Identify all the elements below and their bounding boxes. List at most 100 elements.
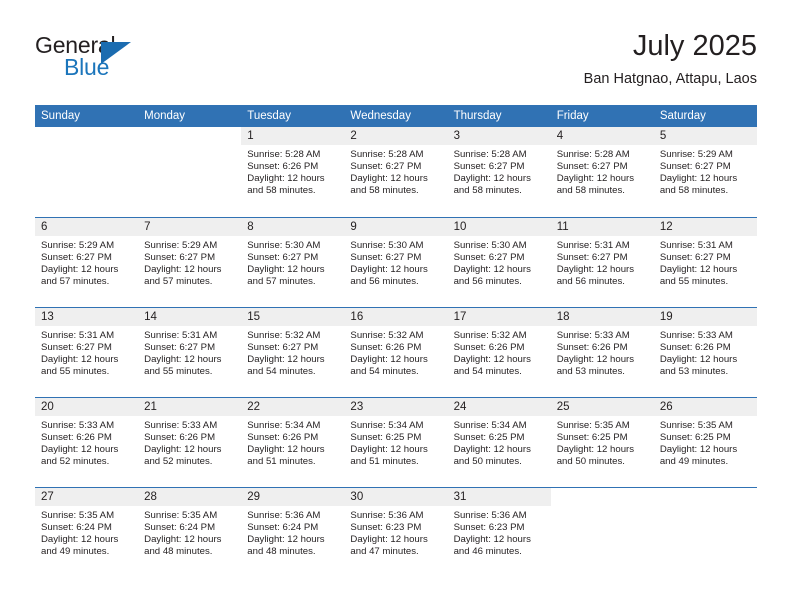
calendar-day-cell[interactable]: 30 Sunrise: 5:36 AM Sunset: 6:23 PM Dayligh… — [344, 486, 448, 577]
day-info-line: Sunrise: 5:31 AM — [659, 239, 733, 251]
calendar-day-cell[interactable]: 20 Sunrise: 5:33 AM Sunset: 6:26 PM Dayligh… — [35, 396, 139, 487]
calendar-day-cell[interactable]: 19 Sunrise: 5:33 AM Sunset: 6:26 PM Dayligh… — [653, 306, 757, 397]
calendar-day-cell[interactable]: 4 Sunrise: 5:28 AM Sunset: 6:27 PM Daylight… — [550, 127, 654, 217]
calendar-day-cell[interactable]: 3 Sunrise: 5:28 AM Sunset: 6:27 PM Daylight… — [447, 127, 551, 217]
calendar-day-cell[interactable]: 6 Sunrise: 5:29 AM Sunset: 6:27 PM Daylight… — [35, 216, 139, 307]
calendar-day-cell[interactable]: 22 Sunrise: 5:34 AM Sunset: 6:26 PM Dayligh… — [241, 396, 345, 487]
calendar-day-cell[interactable]: 14 Sunrise: 5:31 AM Sunset: 6:27 PM Dayligh… — [138, 306, 242, 397]
day-info-line: Sunrise: 5:36 AM — [247, 509, 321, 521]
calendar-day-cell[interactable]: 31 Sunrise: 5:36 AM Sunset: 6:23 PM Dayligh… — [447, 486, 551, 577]
calendar-day-cell[interactable]: 16 Sunrise: 5:32 AM Sunset: 6:26 PM Dayligh… — [344, 306, 448, 397]
day-sun-info: Sunrise: 5:33 AM Sunset: 6:26 PM Daylight:… — [551, 326, 654, 378]
day-number: 11 — [550, 217, 654, 236]
day-info-line: Sunset: 6:27 PM — [556, 161, 628, 173]
day-info-line: Sunrise: 5:31 AM — [41, 329, 115, 341]
day-info-line: Sunrise: 5:30 AM — [350, 239, 424, 251]
day-info-line: Daylight: 12 hours — [41, 263, 119, 275]
day-info-line: Sunset: 6:27 PM — [41, 251, 112, 263]
day-info-line: Sunrise: 5:28 AM — [350, 149, 424, 160]
calendar-day-cell[interactable]: 15 Sunrise: 5:32 AM Sunset: 6:27 PM Dayligh… — [241, 306, 345, 397]
day-number: 27 — [35, 487, 139, 506]
calendar-page: General Blue July 2025 Ban Hatgnao, Atta… — [0, 0, 792, 612]
day-sun-info: Sunrise: 5:34 AM Sunset: 6:26 PM Daylight:… — [241, 416, 344, 468]
day-info-line: Daylight: 12 hours — [41, 443, 119, 455]
day-info-line: Sunrise: 5:33 AM — [144, 419, 218, 431]
day-info-line: Sunset: 6:25 PM — [453, 431, 525, 443]
day-info-line: Sunrise: 5:28 AM — [247, 149, 321, 160]
day-info-line: Daylight: 12 hours — [659, 353, 738, 365]
calendar-day-cell[interactable]: 28 Sunrise: 5:35 AM Sunset: 6:24 PM Dayligh… — [138, 486, 242, 577]
day-info-line: and 56 minutes. — [350, 275, 419, 287]
day-info-line: and 52 minutes. — [144, 455, 213, 467]
day-sun-info — [35, 145, 138, 149]
day-info-line: and 57 minutes. — [41, 275, 110, 287]
day-info-line: Sunrise: 5:31 AM — [556, 239, 630, 251]
day-info-line: Daylight: 12 hours — [453, 173, 531, 185]
calendar-day-cell[interactable]: 26 Sunrise: 5:35 AM Sunset: 6:25 PM Dayligh… — [653, 396, 757, 487]
calendar-day-cell[interactable]: 18 Sunrise: 5:33 AM Sunset: 6:26 PM Dayligh… — [550, 306, 654, 397]
day-number: 9 — [344, 217, 448, 236]
day-info-line: Sunset: 6:27 PM — [41, 341, 112, 353]
calendar-day-cell[interactable]: 7 Sunrise: 5:29 AM Sunset: 6:27 PM Daylight… — [138, 216, 242, 307]
day-info-line: and 53 minutes. — [659, 365, 729, 377]
day-info-line: Daylight: 12 hours — [247, 533, 325, 545]
day-info-line: Sunrise: 5:33 AM — [659, 329, 733, 341]
day-info-line: Daylight: 12 hours — [453, 533, 531, 545]
day-number — [35, 127, 138, 145]
calendar-day-cell[interactable]: 21 Sunrise: 5:33 AM Sunset: 6:26 PM Dayligh… — [138, 396, 242, 487]
calendar-day-cell[interactable]: 1 Sunrise: 5:28 AM Sunset: 6:26 PM Daylight… — [241, 127, 345, 217]
day-info-line: Daylight: 12 hours — [247, 263, 325, 275]
weekday-header-wednesday: Wednesday — [344, 105, 448, 127]
calendar-week-row: 1 Sunrise: 5:28 AM Sunset: 6:26 PM Daylight… — [35, 127, 757, 217]
calendar-day-cell[interactable]: 29 Sunrise: 5:36 AM Sunset: 6:24 PM Dayligh… — [241, 486, 345, 577]
calendar-day-cell[interactable]: 27 Sunrise: 5:35 AM Sunset: 6:24 PM Dayligh… — [35, 486, 139, 577]
day-sun-info: Sunrise: 5:36 AM Sunset: 6:23 PM Daylight:… — [448, 506, 551, 558]
calendar-day-cell[interactable]: 5 Sunrise: 5:29 AM Sunset: 6:27 PM Daylight… — [653, 127, 757, 217]
calendar-day-cell[interactable]: 10 Sunrise: 5:30 AM Sunset: 6:27 PM Dayligh… — [447, 216, 551, 307]
calendar-day-cell[interactable]: 9 Sunrise: 5:30 AM Sunset: 6:27 PM Daylight… — [344, 216, 448, 307]
calendar-day-cell[interactable]: 11 Sunrise: 5:31 AM Sunset: 6:27 PM Dayligh… — [550, 216, 654, 307]
day-sun-info — [138, 145, 241, 149]
day-info-line: Sunrise: 5:36 AM — [453, 509, 527, 521]
day-sun-info: Sunrise: 5:31 AM Sunset: 6:27 PM Daylight:… — [138, 326, 241, 378]
day-info-line: Daylight: 12 hours — [350, 263, 428, 275]
day-info-line: Sunset: 6:25 PM — [556, 431, 628, 443]
day-info-line: Daylight: 12 hours — [659, 173, 738, 185]
calendar-day-cell[interactable]: 25 Sunrise: 5:35 AM Sunset: 6:25 PM Dayligh… — [550, 396, 654, 487]
calendar-day-cell[interactable]: 17 Sunrise: 5:32 AM Sunset: 6:26 PM Dayligh… — [447, 306, 551, 397]
calendar-day-cell[interactable]: 13 Sunrise: 5:31 AM Sunset: 6:27 PM Dayligh… — [35, 306, 139, 397]
calendar-day-cell[interactable]: 12 Sunrise: 5:31 AM Sunset: 6:27 PM Dayligh… — [653, 216, 757, 307]
day-info-line: Sunrise: 5:33 AM — [556, 329, 630, 341]
calendar-day-cell[interactable]: 24 Sunrise: 5:34 AM Sunset: 6:25 PM Dayligh… — [447, 396, 551, 487]
calendar-week-row: 6 Sunrise: 5:29 AM Sunset: 6:27 PM Daylight… — [35, 216, 757, 307]
day-info-line: Daylight: 12 hours — [556, 353, 635, 365]
day-info-line: Sunrise: 5:33 AM — [41, 419, 115, 431]
day-info-line: Sunset: 6:26 PM — [453, 341, 525, 353]
day-info-line: and 58 minutes. — [556, 185, 625, 197]
calendar-empty-cell — [35, 127, 138, 217]
day-number: 12 — [653, 217, 757, 236]
day-info-line: Sunset: 6:26 PM — [350, 341, 422, 353]
brand-logo[interactable]: General Blue — [35, 32, 235, 88]
day-info-line: Sunset: 6:27 PM — [659, 161, 731, 173]
day-number: 16 — [344, 307, 448, 326]
day-info-line: Sunrise: 5:35 AM — [659, 419, 733, 431]
day-number: 26 — [653, 397, 757, 416]
day-info-line: and 57 minutes. — [247, 275, 316, 287]
day-sun-info: Sunrise: 5:35 AM Sunset: 6:24 PM Daylight:… — [138, 506, 241, 558]
day-number: 19 — [653, 307, 757, 326]
calendar-grid: Sunday Monday Tuesday Wednesday Thursday Frid… — [35, 105, 757, 577]
day-number: 28 — [138, 487, 242, 506]
day-number — [138, 127, 241, 145]
weekday-header-saturday: Saturday — [653, 105, 757, 127]
day-info-line: and 54 minutes. — [247, 365, 316, 377]
calendar-day-cell[interactable]: 23 Sunrise: 5:34 AM Sunset: 6:25 PM Dayligh… — [344, 396, 448, 487]
day-info-line: and 51 minutes. — [247, 455, 316, 467]
page-subtitle: Ban Hatgnao, Attapu, Laos — [583, 71, 757, 87]
page-header: General Blue July 2025 Ban Hatgnao, Atta… — [35, 28, 757, 98]
day-info-line: Daylight: 12 hours — [350, 353, 428, 365]
day-info-line: and 48 minutes. — [247, 545, 316, 557]
calendar-day-cell[interactable]: 2 Sunrise: 5:28 AM Sunset: 6:27 PM Daylight… — [344, 127, 448, 217]
day-info-line: Sunset: 6:27 PM — [144, 341, 216, 353]
calendar-day-cell[interactable]: 8 Sunrise: 5:30 AM Sunset: 6:27 PM Daylight… — [241, 216, 345, 307]
